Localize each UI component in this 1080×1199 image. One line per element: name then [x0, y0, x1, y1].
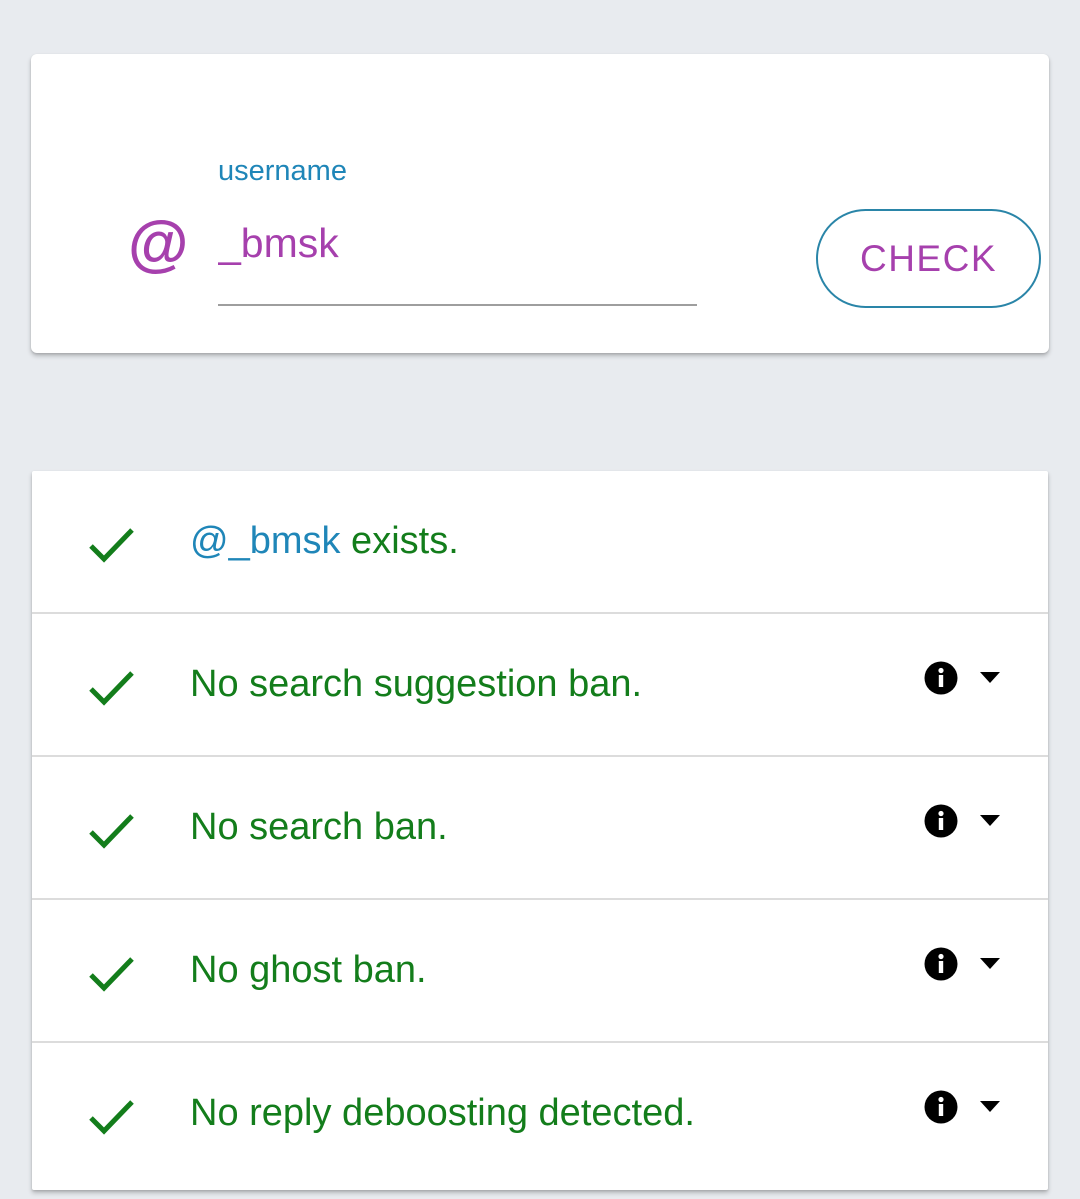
caret-down-icon[interactable] [980, 1101, 1000, 1113]
username-link[interactable]: @_bmsk [190, 520, 341, 562]
results-card: @_bmsk exists. No search suggestion ban.… [32, 471, 1048, 1190]
check-button[interactable]: CHECK [816, 209, 1041, 308]
caret-down-icon[interactable] [980, 672, 1000, 684]
check-icon [89, 957, 134, 992]
username-search-card: @ username CHECK [31, 54, 1049, 353]
result-row-search-suggestion-ban: No search suggestion ban. [32, 614, 1048, 757]
at-sign-icon: @ [127, 210, 188, 279]
result-row-exists: @_bmsk exists. [32, 471, 1048, 614]
info-icon[interactable] [924, 947, 958, 981]
info-icon[interactable] [924, 661, 958, 695]
check-icon [89, 814, 134, 849]
check-icon [89, 1100, 134, 1135]
check-icon [89, 528, 134, 563]
result-text: No reply deboosting detected. [190, 1092, 695, 1134]
result-text: No search suggestion ban. [190, 663, 643, 705]
result-text-exists: @_bmsk exists. [190, 519, 459, 563]
username-field-label: username [218, 155, 347, 187]
check-icon [89, 671, 134, 706]
result-row-ghost-ban: No ghost ban. [32, 900, 1048, 1043]
result-row-search-ban: No search ban. [32, 757, 1048, 900]
result-text: No ghost ban. [190, 949, 427, 991]
info-icon[interactable] [924, 804, 958, 838]
caret-down-icon[interactable] [980, 958, 1000, 970]
info-icon[interactable] [924, 1090, 958, 1124]
username-input-underline [218, 304, 697, 306]
username-input[interactable] [218, 218, 697, 268]
result-text: No search ban. [190, 806, 448, 848]
exists-suffix: exists. [340, 520, 459, 562]
caret-down-icon[interactable] [980, 815, 1000, 827]
result-row-reply-deboosting: No reply deboosting detected. [32, 1043, 1048, 1186]
